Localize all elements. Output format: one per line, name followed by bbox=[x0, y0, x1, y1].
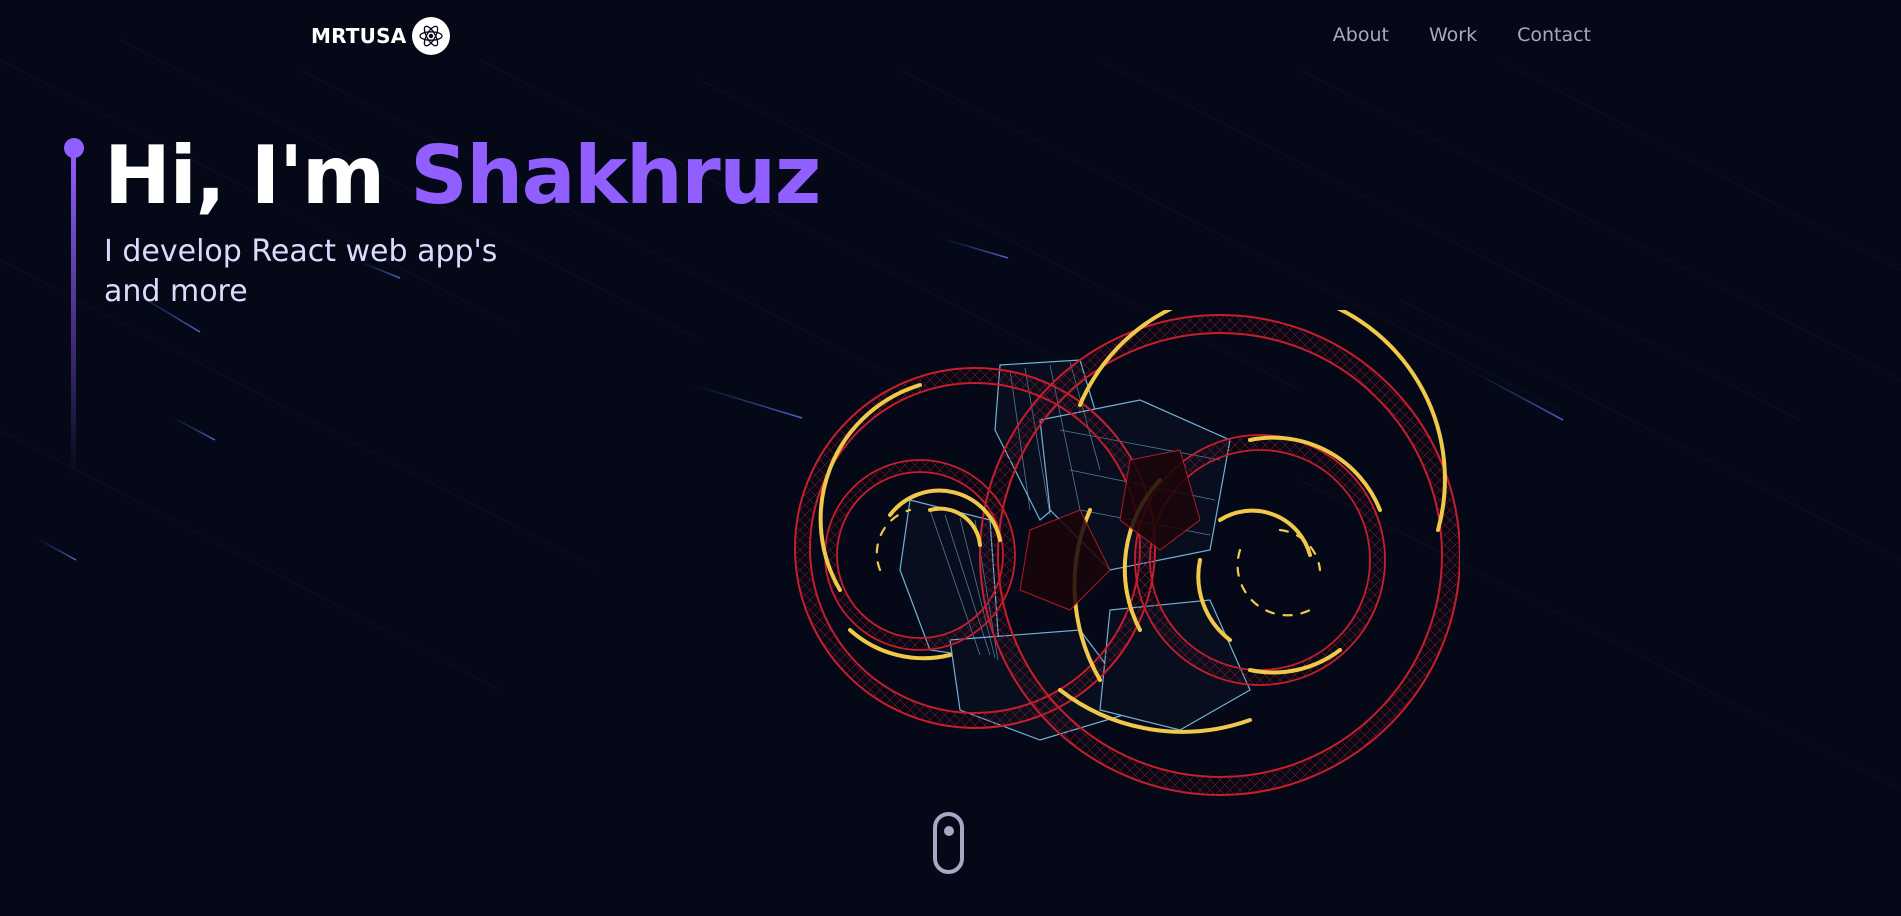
hero-subtitle-line2: and more bbox=[104, 274, 248, 309]
nav-link-about[interactable]: About bbox=[1333, 24, 1389, 46]
hero-title-name: Shakhruz bbox=[410, 129, 821, 222]
nav-links: About Work Contact bbox=[1333, 24, 1591, 46]
hero-accent-line bbox=[64, 138, 84, 478]
nav-link-work[interactable]: Work bbox=[1429, 24, 1477, 46]
hero-subtitle-line1: I develop React web app's bbox=[104, 234, 498, 269]
brand-logo-link[interactable]: MRTUSA bbox=[311, 17, 451, 55]
atom-icon bbox=[412, 17, 451, 55]
brand-name: MRTUSA bbox=[311, 24, 407, 48]
nav-link-contact[interactable]: Contact bbox=[1517, 24, 1591, 46]
hero-accent-bar bbox=[71, 152, 76, 478]
hero-title: Hi, I'm Shakhruz bbox=[104, 128, 821, 224]
navbar: MRTUSA About Work Contact bbox=[0, 0, 1901, 74]
wireframe-gear-model[interactable] bbox=[780, 310, 1460, 830]
hero-title-prefix: Hi, I'm bbox=[104, 129, 411, 222]
hero-subtitle: I develop React web app's and more bbox=[104, 232, 564, 312]
mouse-scroll-icon[interactable] bbox=[933, 812, 964, 874]
portfolio-page: MRTUSA About Work Contact Hi, I'm Shakhr… bbox=[0, 0, 1901, 916]
scroll-dot bbox=[944, 826, 954, 836]
